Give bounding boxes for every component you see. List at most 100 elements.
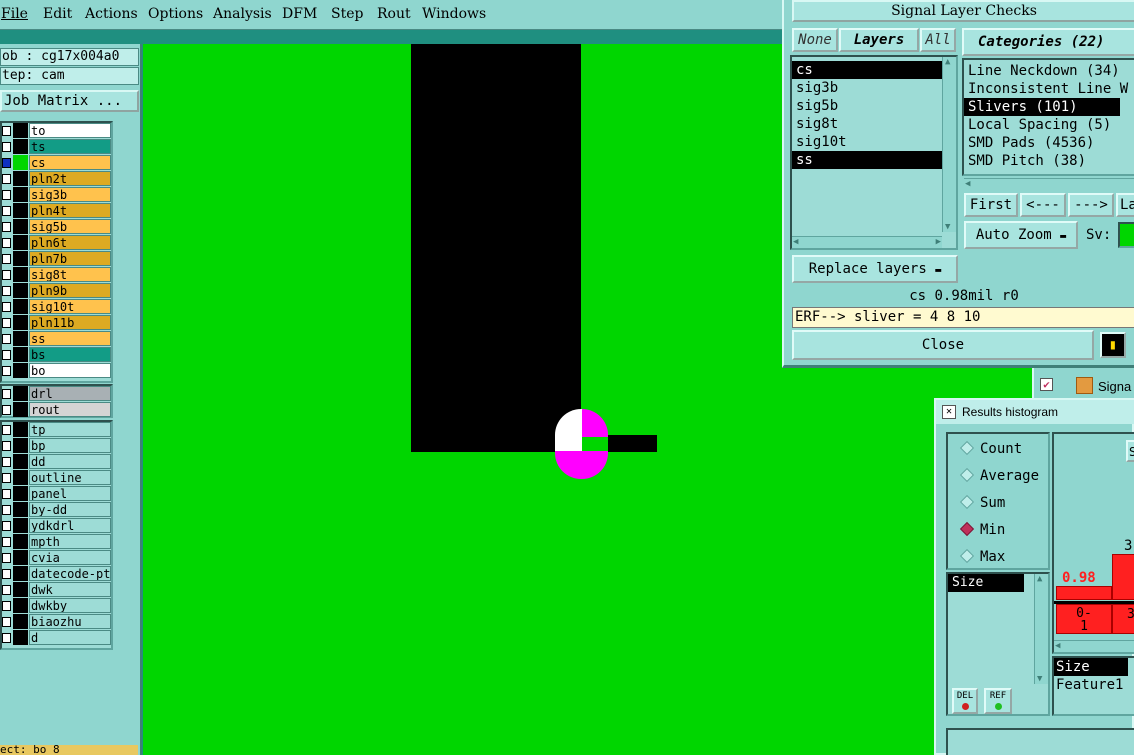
layer-list-hscrollbar[interactable]: ◀ ▶ bbox=[792, 236, 942, 248]
layer-swatch[interactable] bbox=[13, 422, 28, 437]
layer-name[interactable]: bo bbox=[29, 363, 111, 378]
layer-checkbox[interactable] bbox=[2, 174, 11, 184]
layer-name[interactable]: by-dd bbox=[29, 502, 111, 517]
layer-swatch[interactable] bbox=[13, 550, 28, 565]
layer-swatch[interactable] bbox=[13, 139, 28, 154]
layer-checkbox[interactable] bbox=[2, 489, 11, 499]
layer-row[interactable]: pln2t bbox=[2, 171, 111, 187]
layer-row[interactable]: biaozhu bbox=[2, 614, 111, 630]
layer-row[interactable]: dd bbox=[2, 454, 111, 470]
layer-checkbox[interactable] bbox=[2, 302, 11, 312]
job-matrix-button[interactable]: Job Matrix ... bbox=[0, 90, 139, 112]
layer-swatch[interactable] bbox=[13, 251, 28, 266]
category-list-item[interactable]: Local Spacing (5) bbox=[964, 116, 1134, 134]
layer-row[interactable]: by-dd bbox=[2, 502, 111, 518]
layer-swatch[interactable] bbox=[13, 219, 28, 234]
layer-row[interactable]: sig3b bbox=[2, 187, 111, 203]
layer-swatch[interactable] bbox=[13, 486, 28, 501]
layer-swatch[interactable] bbox=[13, 630, 28, 645]
layer-swatch[interactable] bbox=[13, 363, 28, 378]
layer-name[interactable]: d bbox=[29, 630, 111, 645]
layer-name[interactable]: panel bbox=[29, 486, 111, 501]
layer-name[interactable]: ydkdrl bbox=[29, 518, 111, 533]
layer-row[interactable]: sig5b bbox=[2, 219, 111, 235]
layer-swatch[interactable] bbox=[13, 155, 28, 170]
layer-checkbox[interactable] bbox=[2, 405, 11, 415]
layer-swatch[interactable] bbox=[13, 235, 28, 250]
layer-swatch[interactable] bbox=[13, 386, 28, 401]
layer-name[interactable]: cs bbox=[29, 155, 111, 170]
layer-name[interactable]: mpth bbox=[29, 534, 111, 549]
mode-radio-max[interactable]: Max bbox=[959, 548, 1005, 566]
layer-checkbox[interactable] bbox=[2, 473, 11, 483]
mode-radio-count[interactable]: Count bbox=[959, 440, 1022, 458]
layer-checkbox[interactable] bbox=[2, 142, 11, 152]
menu-rout[interactable]: Rout bbox=[377, 6, 411, 22]
none-button[interactable]: None bbox=[792, 28, 838, 52]
layer-name[interactable]: pln9b bbox=[29, 283, 111, 298]
help-icon[interactable]: ▮ bbox=[1100, 332, 1126, 358]
layer-row[interactable]: drl bbox=[2, 386, 111, 402]
layer-swatch[interactable] bbox=[13, 283, 28, 298]
menu-file[interactable]: File bbox=[1, 6, 28, 22]
layer-row[interactable]: cs bbox=[2, 155, 111, 171]
layer-row[interactable]: bs bbox=[2, 347, 111, 363]
layer-row[interactable]: d bbox=[2, 630, 111, 646]
category-list-item[interactable]: SMD Pitch (38) bbox=[964, 152, 1134, 170]
layer-checkbox[interactable] bbox=[2, 617, 11, 627]
layer-swatch[interactable] bbox=[13, 470, 28, 485]
layer-swatch[interactable] bbox=[13, 614, 28, 629]
layer-checkbox[interactable] bbox=[2, 585, 11, 595]
layer-checkbox[interactable] bbox=[2, 366, 11, 376]
menu-analysis[interactable]: Analysis bbox=[213, 6, 272, 22]
layer-name[interactable]: bp bbox=[29, 438, 111, 453]
layer-swatch[interactable] bbox=[13, 171, 28, 186]
layer-row[interactable]: bo bbox=[2, 363, 111, 379]
layer-list-item[interactable]: sig5b bbox=[792, 97, 956, 115]
layer-checkbox[interactable] bbox=[2, 190, 11, 200]
layer-checkbox[interactable] bbox=[2, 553, 11, 563]
mode-radio-average[interactable]: Average bbox=[959, 467, 1039, 485]
layer-row[interactable]: outline bbox=[2, 470, 111, 486]
attribute-list-scrollbar[interactable]: ▲ ▼ bbox=[1034, 574, 1048, 684]
layer-list-item[interactable]: ss bbox=[792, 151, 942, 169]
layer-list-scrollbar[interactable]: ▲ ▼ bbox=[942, 57, 956, 232]
layer-name[interactable]: bs bbox=[29, 347, 111, 362]
layer-row[interactable]: pln11b bbox=[2, 315, 111, 331]
layer-name[interactable]: to bbox=[29, 123, 111, 138]
bin-label[interactable]: 0- 1 bbox=[1056, 604, 1112, 634]
replace-layers-dropdown[interactable]: Replace layers ▬ bbox=[792, 255, 958, 283]
layer-checkbox[interactable] bbox=[2, 537, 11, 547]
layer-swatch[interactable] bbox=[13, 187, 28, 202]
layer-checkbox[interactable] bbox=[2, 350, 11, 360]
graphic-canvas[interactable] bbox=[143, 44, 782, 755]
layer-name[interactable]: pln2t bbox=[29, 171, 111, 186]
attribute-item[interactable]: Size bbox=[1054, 658, 1128, 676]
layer-name[interactable]: dwk bbox=[29, 582, 111, 597]
layer-row[interactable]: datecode-pt bbox=[2, 566, 111, 582]
layer-swatch[interactable] bbox=[13, 454, 28, 469]
histogram-bar[interactable] bbox=[1056, 586, 1112, 600]
mode-radio-sum[interactable]: Sum bbox=[959, 494, 1005, 512]
layer-row[interactable]: bp bbox=[2, 438, 111, 454]
layer-row[interactable]: tp bbox=[2, 422, 111, 438]
layer-list-item[interactable]: sig8t bbox=[792, 115, 956, 133]
layer-swatch[interactable] bbox=[13, 518, 28, 533]
layer-name[interactable]: ss bbox=[29, 331, 111, 346]
layer-row[interactable]: pln6t bbox=[2, 235, 111, 251]
ref-button[interactable]: REF bbox=[984, 688, 1012, 714]
layer-list-item[interactable]: sig10t bbox=[792, 133, 956, 151]
layer-row[interactable]: to bbox=[2, 123, 111, 139]
attribute-item[interactable]: Feature1 bbox=[1054, 676, 1134, 694]
layer-row[interactable]: sig8t bbox=[2, 267, 111, 283]
layer-name[interactable]: sig5b bbox=[29, 219, 111, 234]
layer-swatch[interactable] bbox=[13, 331, 28, 346]
layer-checkbox[interactable] bbox=[2, 206, 11, 216]
layer-checkbox[interactable] bbox=[2, 238, 11, 248]
layer-name[interactable]: dwkby bbox=[29, 598, 111, 613]
sv-color-swatch[interactable] bbox=[1118, 222, 1134, 248]
layer-name[interactable]: cvia bbox=[29, 550, 111, 565]
layer-row[interactable]: dwkby bbox=[2, 598, 111, 614]
category-list-item[interactable]: Slivers (101) bbox=[964, 98, 1120, 116]
bin-label[interactable]: 3 bbox=[1112, 604, 1134, 634]
